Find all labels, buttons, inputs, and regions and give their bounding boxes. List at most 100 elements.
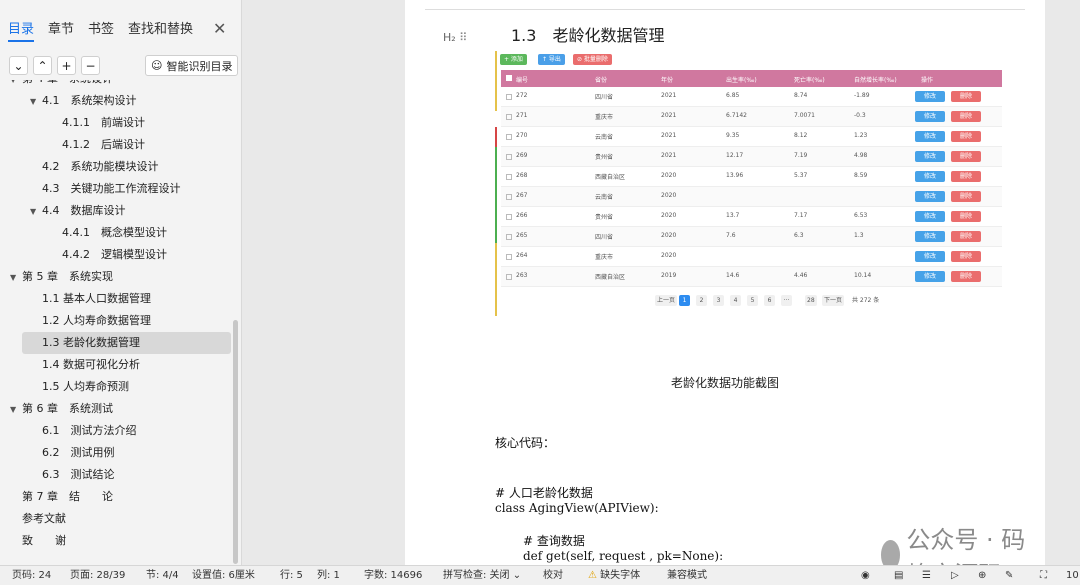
table-cell: 272 <box>516 92 528 99</box>
sidebar-tabs: 目录 章节 书签 查找和替换 <box>8 20 193 42</box>
table-cell: 13.7 <box>726 212 740 219</box>
pen-icon[interactable]: ✎ <box>1005 566 1013 585</box>
table-header-cell: 年份 <box>661 77 674 84</box>
spell-check-toggle[interactable]: 拼写检查: 关闭 ⌄ <box>443 566 521 585</box>
toc-item[interactable]: 6.2 测试用例 <box>0 442 238 464</box>
embedded-screenshot[interactable]: + 添加 ↑ 导出 ⊘ 批量删除 编号 省份 年份 出生率(‰) 死亡率(‰) 自然增长率… <box>495 51 1003 316</box>
status-page-number[interactable]: 页码: 24 <box>12 566 51 585</box>
delete-button: 删除 <box>951 191 981 202</box>
document-area: H₂ ⠿ 1.3 老龄化数据管理 + 添加 ↑ 导出 ⊘ 批量删除 编号 省份 年份… <box>243 0 1080 565</box>
toc-item[interactable]: 4.2 系统功能模块设计 <box>0 156 238 178</box>
toc-item[interactable]: 4.4.1 概念模型设计 <box>0 222 238 244</box>
smart-detect-toc-button[interactable]: ☺ 智能识别目录 <box>145 55 239 76</box>
table-cell: 263 <box>516 272 528 279</box>
table-cell: 四川省 <box>595 94 614 101</box>
status-word-count[interactable]: 字数: 14696 <box>364 566 422 585</box>
table-cell: 贵州省 <box>595 154 614 161</box>
toc-item[interactable]: 第 7 章 结 论 <box>0 486 238 508</box>
table-header-cell: 出生率(‰) <box>726 77 757 84</box>
status-row[interactable]: 行: 5 <box>280 566 303 585</box>
toc-item[interactable]: ▼ 第 6 章 系统测试 <box>0 398 238 420</box>
expand-triangle-icon[interactable]: ▼ <box>30 91 42 113</box>
table-cell: 重庆市 <box>595 114 614 121</box>
toc-item-label: 第 6 章 系统测试 <box>22 402 113 415</box>
core-code-label: 核心代码： <box>495 436 556 450</box>
warning-icon: ⚠ <box>588 570 597 581</box>
play-icon[interactable]: ▷ <box>951 566 959 585</box>
outline-view-icon[interactable]: ☰ <box>922 566 931 585</box>
tab-toc[interactable]: 目录 <box>8 20 35 42</box>
heading-marker[interactable]: H₂ ⠿ <box>443 31 467 44</box>
toc-item[interactable]: 1.2 人均寿命数据管理 <box>0 310 238 332</box>
drag-handle-icon[interactable]: ⠿ <box>459 31 467 44</box>
toc-item[interactable]: 参考文献 <box>0 508 238 530</box>
toc-toolbar: ⌄ ⌃ + − <box>9 56 100 75</box>
table-cell: 2020 <box>661 172 677 179</box>
table-cell: 264 <box>516 252 528 259</box>
toc-item[interactable]: 4.1.1 前端设计 <box>0 112 238 134</box>
table-cell: 重庆市 <box>595 254 614 261</box>
row-checkbox <box>506 174 512 180</box>
expand-triangle-icon[interactable]: ▼ <box>10 267 22 289</box>
table-header-cell: 编号 <box>516 77 529 84</box>
zoom-level[interactable]: 10 <box>1066 566 1079 585</box>
tab-bookmarks[interactable]: 书签 <box>88 20 114 42</box>
expand-triangle-icon[interactable]: ▼ <box>10 399 22 421</box>
toc-item[interactable]: 1.3 老龄化数据管理 <box>22 332 231 354</box>
proofread-button[interactable]: 校对 <box>543 566 563 585</box>
tab-find-replace[interactable]: 查找和替换 <box>128 20 193 42</box>
toc-item[interactable]: 1.4 数据可视化分析 <box>0 354 238 376</box>
toc-item[interactable]: 4.1.2 后端设计 <box>0 134 238 156</box>
watermark: 公众号 · 码蜂窝源码 <box>881 520 1045 565</box>
page-view-icon[interactable]: ▤ <box>894 566 903 585</box>
toc-item[interactable]: 致 谢 <box>0 530 238 552</box>
collapse-down-icon[interactable]: ⌄ <box>9 56 28 75</box>
toc-item[interactable]: ▼ 第 5 章 系统实现 <box>0 266 238 288</box>
missing-font-button[interactable]: ⚠ 缺失字体 <box>588 566 640 585</box>
toc-item[interactable]: 6.1 测试方法介绍 <box>0 420 238 442</box>
table-cell: 10.14 <box>854 272 872 279</box>
toc-item[interactable]: 1.5 人均寿命预测 <box>0 376 238 398</box>
eye-icon[interactable]: ◉ <box>861 566 870 585</box>
toc-item[interactable]: 1.1 基本人口数据管理 <box>0 288 238 310</box>
table-cell: 269 <box>516 152 528 159</box>
watermark-text: 公众号 · 码蜂窝源码 <box>906 526 1026 565</box>
toc-item-label: 4.1 系统架构设计 <box>42 94 137 107</box>
toc-item[interactable]: 6.3 测试结论 <box>0 464 238 486</box>
toc-item[interactable]: ▼ 4.4 数据库设计 <box>0 200 238 222</box>
page-button: ··· <box>781 295 792 306</box>
status-column[interactable]: 列: 1 <box>317 566 340 585</box>
toc-item[interactable]: 4.4.2 逻辑模型设计 <box>0 244 238 266</box>
chevron-up-icon[interactable]: ⌃ <box>33 56 52 75</box>
toc-item[interactable]: ▼ 4.1 系统架构设计 <box>0 90 238 112</box>
web-view-icon[interactable]: ⊕ <box>978 566 986 585</box>
expand-triangle-icon[interactable]: ▼ <box>30 201 42 223</box>
table-cell: 7.6 <box>726 232 736 239</box>
wechat-logo-icon <box>881 540 901 565</box>
status-setting[interactable]: 设置值: 6厘米 <box>192 566 255 585</box>
sidebar-scrollbar[interactable] <box>233 320 238 564</box>
status-section[interactable]: 节: 4/4 <box>146 566 179 585</box>
close-icon[interactable]: ✕ <box>213 19 226 38</box>
table-cell: 2020 <box>661 192 677 199</box>
table-cell: 266 <box>516 212 528 219</box>
page-button: 下一页 <box>822 295 845 306</box>
plus-icon[interactable]: + <box>57 56 76 75</box>
table-cell: 270 <box>516 132 528 139</box>
status-pages[interactable]: 页面: 28/39 <box>70 566 125 585</box>
tab-chapters[interactable]: 章节 <box>48 20 74 42</box>
table-cell: 8.12 <box>794 132 808 139</box>
delete-button: 删除 <box>951 131 981 142</box>
table-header-cell: 自然增长率(‰) <box>854 77 897 84</box>
delete-button: 删除 <box>951 251 981 262</box>
table-cell: 贵州省 <box>595 214 614 221</box>
fit-page-icon[interactable]: ⛶ <box>1040 566 1047 585</box>
table-cell: 2021 <box>661 132 677 139</box>
toc-item[interactable]: ▼第 4 章 系统设计 <box>0 80 238 90</box>
table-header-cell: 省份 <box>595 77 608 84</box>
table-cell: 12.17 <box>726 152 744 159</box>
minus-icon[interactable]: − <box>81 56 100 75</box>
toc-item[interactable]: 4.3 关键功能工作流程设计 <box>0 178 238 200</box>
table-row: 266 贵州省 2020 13.7 7.17 6.53 修改 删除 <box>501 207 1002 227</box>
row-checkbox <box>506 194 512 200</box>
